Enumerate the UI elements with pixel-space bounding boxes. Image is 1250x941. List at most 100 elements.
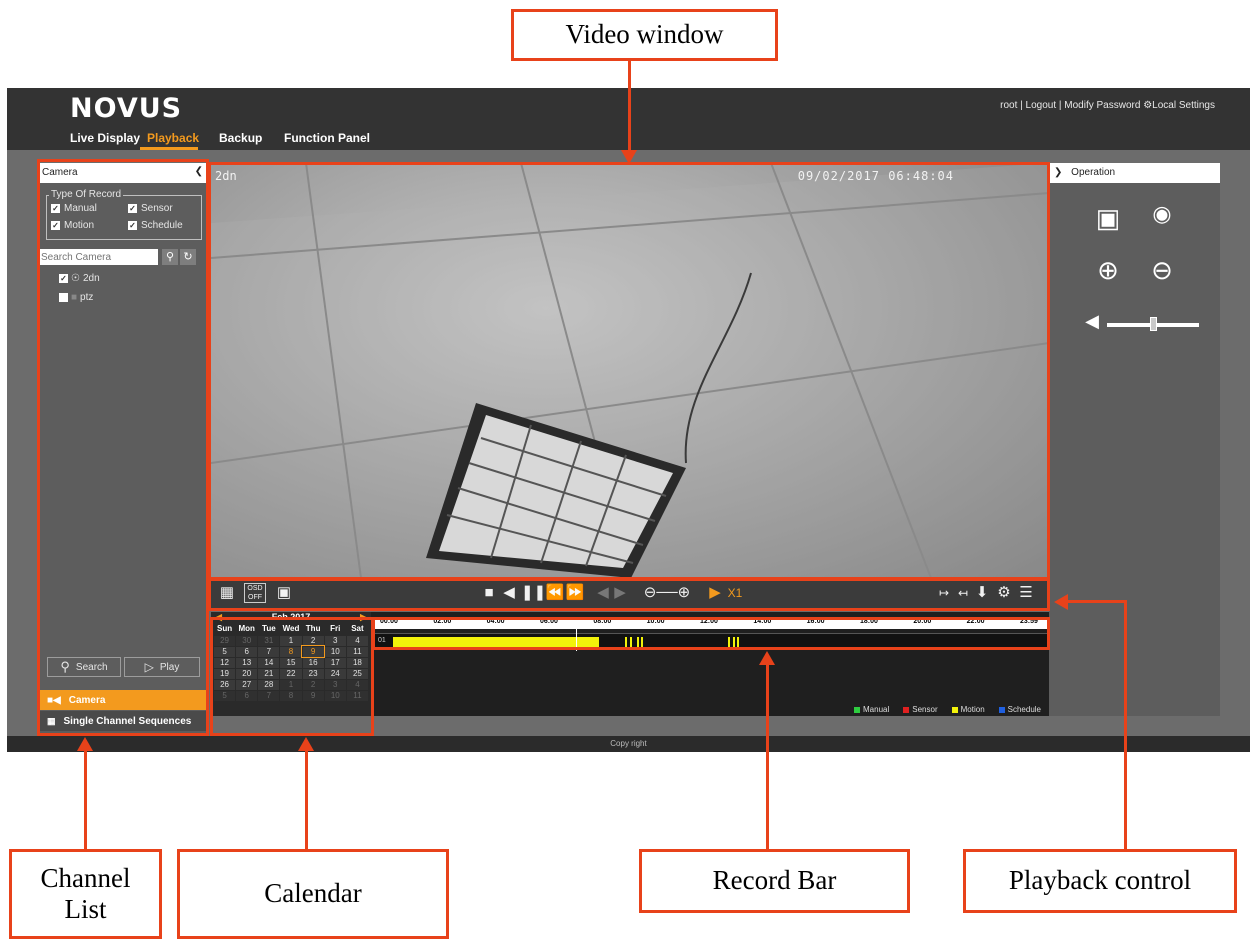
checkbox-manual-box[interactable]: ✓ — [51, 204, 60, 213]
record-segment[interactable] — [625, 637, 627, 648]
record-segment[interactable] — [737, 637, 739, 648]
search-camera-input[interactable] — [38, 249, 158, 265]
camera-item-2dn[interactable]: ✓ ☉ 2dn — [59, 273, 100, 284]
checkbox-schedule[interactable]: ✓ Schedule — [128, 220, 183, 231]
camera-2dn-checkbox[interactable]: ✓ — [59, 274, 68, 283]
mute-icon[interactable]: ◀ — [1079, 311, 1105, 332]
calendar-day[interactable]: 11 — [345, 689, 370, 702]
camera-item-ptz[interactable]: ■ ptz — [59, 292, 93, 303]
calendar-day[interactable]: 18 — [345, 656, 370, 669]
reverse-play-icon[interactable]: ◀ — [501, 583, 517, 603]
calendar-day[interactable]: 10 — [323, 645, 347, 658]
clip-start-icon[interactable]: ↦ — [935, 583, 953, 603]
tab-backup[interactable]: Backup — [219, 131, 262, 145]
next-month-icon[interactable]: ▶ — [360, 612, 367, 623]
calendar-day[interactable]: 9 — [301, 645, 326, 658]
calendar-day[interactable]: 6 — [235, 689, 259, 702]
search-button[interactable]: ⚲ Search — [47, 657, 121, 677]
fullscreen-icon[interactable]: ▣ — [273, 583, 295, 603]
search-icon[interactable]: ⚲ — [162, 249, 178, 265]
zoom-slider-icon[interactable]: ⊖──⊕ — [643, 583, 691, 603]
speed-label[interactable]: X1 — [724, 583, 746, 603]
refresh-icon[interactable]: ↻ — [180, 249, 196, 265]
calendar-day[interactable]: 17 — [323, 656, 347, 669]
calendar-day[interactable]: 8 — [279, 689, 303, 702]
checkbox-sensor[interactable]: ✓ Sensor — [128, 203, 173, 214]
tab-function-panel[interactable]: Function Panel — [284, 131, 370, 145]
checkbox-sensor-box[interactable]: ✓ — [128, 204, 137, 213]
calendar-day[interactable]: 29 — [212, 634, 237, 647]
local-settings-link[interactable]: Local Settings — [1152, 100, 1215, 111]
calendar-day[interactable]: 7 — [257, 689, 281, 702]
user-links-text[interactable]: root | Logout | Modify Password — [1000, 100, 1140, 111]
fast-forward-icon[interactable]: ⏩ — [565, 583, 585, 603]
zoom-in-icon[interactable]: ⊕ — [1091, 255, 1125, 286]
calendar-day[interactable]: 26 — [212, 678, 237, 691]
record-segment[interactable] — [733, 637, 735, 648]
collapse-left-icon[interactable]: ❮ — [195, 166, 203, 177]
record-segment[interactable] — [728, 637, 730, 648]
calendar-day[interactable]: 3 — [323, 678, 347, 691]
backup-icon[interactable]: ⚙ — [995, 583, 1013, 603]
calendar-day[interactable]: 1 — [279, 634, 303, 647]
clip-end-icon[interactable]: ↤ — [954, 583, 972, 603]
playback-cursor[interactable] — [576, 617, 577, 651]
calendar-day[interactable]: 5 — [212, 689, 237, 702]
calendar-day[interactable]: 3 — [323, 634, 347, 647]
layout-grid-icon[interactable]: ▦ — [217, 583, 237, 603]
snapshot-icon[interactable]: ▣ — [1091, 203, 1125, 234]
calendar-day[interactable]: 24 — [323, 667, 347, 680]
stop-icon[interactable]: ■ — [481, 583, 497, 603]
calendar-day[interactable]: 16 — [301, 656, 325, 669]
pause-icon[interactable]: ❚❚ — [521, 583, 546, 603]
calendar-day[interactable]: 15 — [279, 656, 303, 669]
record-segment[interactable] — [393, 637, 599, 648]
calendar-day[interactable]: 27 — [235, 678, 259, 691]
volume-slider-thumb[interactable] — [1150, 317, 1157, 331]
sidebar-item-sequences[interactable]: ▦ Single Channel Sequences — [37, 711, 207, 731]
calendar-day[interactable]: 9 — [301, 689, 325, 702]
checkbox-motion-box[interactable]: ✓ — [51, 221, 60, 230]
calendar-day[interactable]: 11 — [345, 645, 370, 658]
calendar-day[interactable]: 13 — [235, 656, 259, 669]
list-icon[interactable]: ☰ — [1017, 583, 1035, 603]
checkbox-manual[interactable]: ✓ Manual — [51, 203, 97, 214]
calendar-day[interactable]: 2 — [301, 634, 325, 647]
calendar-day[interactable]: 4 — [345, 678, 370, 691]
calendar-day[interactable]: 10 — [323, 689, 347, 702]
tab-live-display[interactable]: Live Display — [70, 131, 140, 145]
calendar-day[interactable]: 20 — [235, 667, 259, 680]
calendar-day[interactable]: 7 — [257, 645, 281, 658]
record-bar[interactable]: 00:00 02:00 04:00 06:00 08:00 10:00 12:00 14:00… — [374, 617, 1049, 657]
osd-toggle-button[interactable]: OSD OFF — [244, 583, 266, 603]
download-icon[interactable]: ⬇ — [973, 583, 991, 603]
calendar-day[interactable]: 30 — [235, 634, 259, 647]
camera-ptz-checkbox[interactable] — [59, 293, 68, 302]
zoom-out-icon[interactable]: ⊖ — [1145, 255, 1179, 286]
video-window[interactable]: 2dn 09/02/2017 06:48:04 — [211, 163, 1049, 578]
calendar-day[interactable]: 8 — [279, 645, 303, 658]
calendar-day[interactable]: 25 — [345, 667, 370, 680]
calendar-day[interactable]: 23 — [301, 667, 325, 680]
calendar-day[interactable]: 1 — [279, 678, 303, 691]
calendar-day[interactable]: 14 — [257, 656, 281, 669]
step-back-icon[interactable]: ◀ — [596, 583, 610, 603]
record-segment[interactable] — [630, 637, 632, 648]
expand-right-icon[interactable]: ❯ — [1054, 167, 1062, 178]
prev-month-icon[interactable]: ◀ — [215, 612, 222, 623]
calendar-day[interactable]: 5 — [212, 645, 237, 658]
calendar-day[interactable]: 19 — [212, 667, 237, 680]
play-button[interactable]: ▷ Play — [124, 657, 200, 677]
user-links[interactable]: root | Logout | Modify Password ⚙Local S… — [1000, 100, 1215, 111]
calendar-day[interactable]: 22 — [279, 667, 303, 680]
calendar-day[interactable]: 12 — [212, 656, 237, 669]
rewind-icon[interactable]: ⏪ — [545, 583, 565, 603]
sidebar-item-camera[interactable]: ■◀ Camera — [37, 690, 207, 710]
calendar-day[interactable]: 31 — [257, 634, 281, 647]
calendar-day[interactable]: 6 — [235, 645, 259, 658]
privacy-mask-icon[interactable]: ◉ — [1145, 201, 1179, 227]
gear-icon[interactable]: ⚙ — [1143, 100, 1152, 111]
record-segment[interactable] — [641, 637, 643, 648]
checkbox-schedule-box[interactable]: ✓ — [128, 221, 137, 230]
tab-playback[interactable]: Playback — [147, 131, 199, 145]
